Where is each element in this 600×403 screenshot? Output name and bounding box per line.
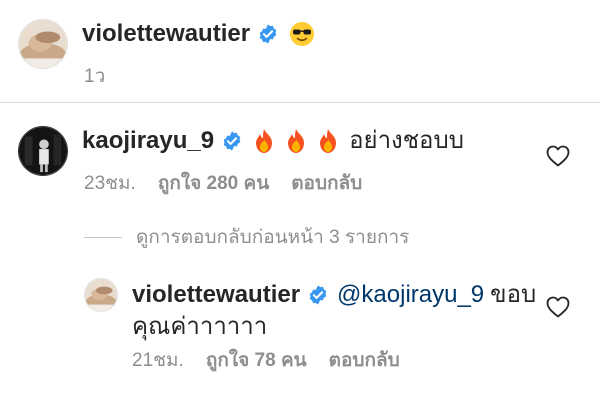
comment-username[interactable]: kaojirayu_9 <box>82 126 214 156</box>
comment-time: 23ชม. <box>84 173 136 194</box>
caption-divider <box>0 102 600 103</box>
sunglasses-emoji-icon <box>289 21 315 47</box>
comment-meta: 23ชม. ถูกใจ 280 คน ตอบกลับ <box>84 168 384 198</box>
view-previous-replies[interactable]: ดูการตอบกลับก่อนหน้า 3 รายการ <box>84 222 409 252</box>
reply-text-line1: ขอบ <box>490 281 537 308</box>
like-comment-heart-icon[interactable] <box>546 145 570 167</box>
comment-reply-button[interactable]: ตอบกลับ <box>291 168 362 198</box>
reply-reply-button[interactable]: ตอบกลับ <box>329 345 400 375</box>
reply-line-1: violettewautier @kaojirayu_9 ขอบ <box>132 280 536 310</box>
verified-badge-icon <box>257 23 279 45</box>
view-replies-label[interactable]: ดูการตอบกลับก่อนหน้า 3 รายการ <box>136 222 409 252</box>
avatar-violettewautier-reply[interactable] <box>84 278 118 312</box>
avatar-violettewautier-caption[interactable] <box>18 19 68 69</box>
reply-time: 21ชม. <box>132 350 184 371</box>
avatar-kaojirayu[interactable] <box>18 126 68 176</box>
caption-header: violettewautier <box>82 19 315 49</box>
fire-emoji-icon <box>283 128 309 154</box>
replies-line <box>84 236 122 238</box>
caption-meta: 1ว <box>84 61 127 91</box>
verified-badge-icon <box>221 130 243 152</box>
comment-line: kaojirayu_9 อย่างชอบบ <box>82 126 464 156</box>
reply-line-2: คุณค่าาาาาา <box>132 312 267 342</box>
reply-mention-link[interactable]: @kaojirayu_9 <box>337 280 484 310</box>
fire-emoji-icon <box>251 128 277 154</box>
reply-text-line2: คุณค่าาาาาา <box>132 313 268 340</box>
like-reply-heart-icon[interactable] <box>546 296 570 318</box>
reply-meta: 21ชม. ถูกใจ 78 คน ตอบกลับ <box>132 345 422 375</box>
caption-time: 1ว <box>84 66 106 87</box>
comment-text: อย่างชอบบ <box>349 127 464 154</box>
reply-likes[interactable]: ถูกใจ 78 คน <box>206 345 307 375</box>
reply-username[interactable]: violettewautier <box>132 280 300 310</box>
fire-emoji-icon <box>315 128 341 154</box>
comments-screen: violettewautier 1ว kaojirayu_9 อย่างชอบบ… <box>0 0 600 403</box>
verified-badge-icon <box>307 284 329 306</box>
comment-likes[interactable]: ถูกใจ 280 คน <box>158 168 269 198</box>
caption-username[interactable]: violettewautier <box>82 19 250 49</box>
